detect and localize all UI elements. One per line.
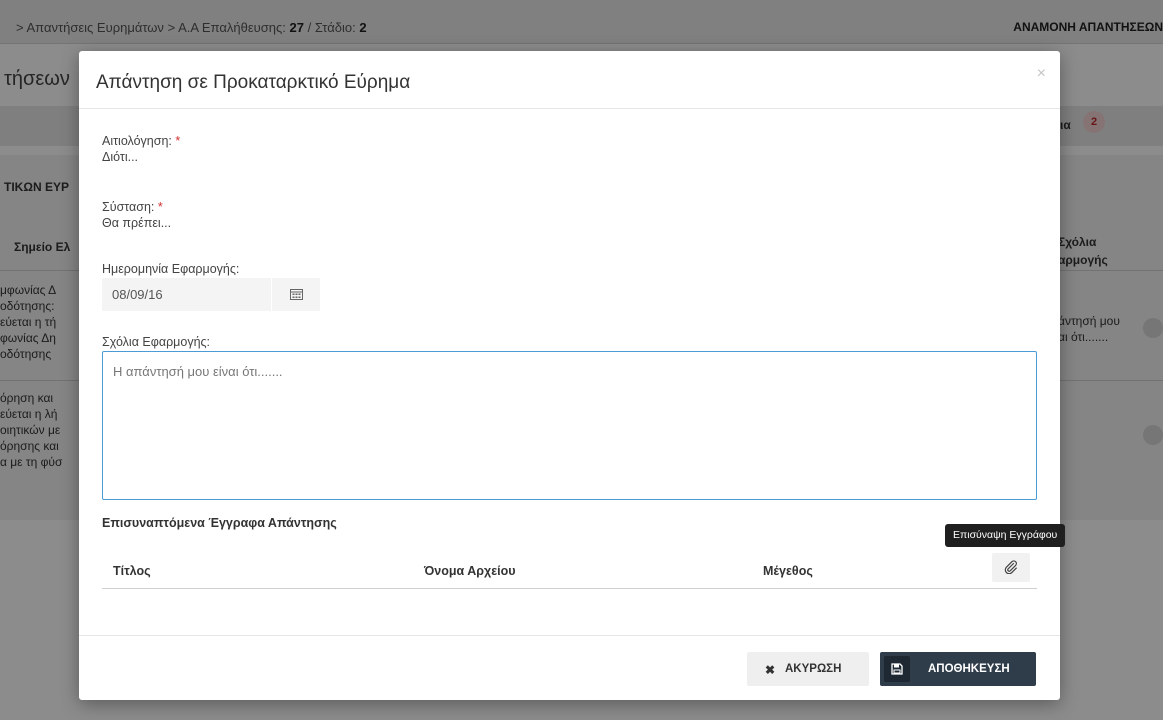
save-button[interactable]: ΑΠΟΘΗΚΕΥΣΗ xyxy=(880,652,1036,686)
cancel-button-label: ΑΚΥΡΩΣΗ xyxy=(785,663,842,675)
attachments-table-header: Τίτλος Όνομα Αρχείου Μέγεθος xyxy=(102,547,1037,589)
reasoning-label: Αιτιολόγηση: * xyxy=(102,134,180,148)
paperclip-icon xyxy=(1004,560,1017,574)
modal-header: Απάντηση σε Προκαταρκτικό Εύρημα × xyxy=(79,51,1060,109)
attachments-title: Επισυναπτόμενα Έγγραφα Απάντησης xyxy=(102,516,337,530)
recommendation-label: Σύσταση: * xyxy=(102,200,163,214)
comments-label: Σχόλια Εφαρμογής: xyxy=(102,335,211,349)
column-title[interactable]: Τίτλος xyxy=(113,564,151,578)
attach-tooltip: Επισύναψη Εγγράφου xyxy=(945,524,1066,547)
calendar-button[interactable] xyxy=(271,278,320,311)
comments-textarea[interactable] xyxy=(102,351,1037,500)
required-mark: * xyxy=(175,134,181,148)
finding-response-modal: Απάντηση σε Προκαταρκτικό Εύρημα × Αιτιο… xyxy=(79,51,1066,700)
close-icon[interactable]: × xyxy=(1037,65,1046,83)
recommendation-label-text: Σύσταση: xyxy=(102,200,155,214)
save-button-label: ΑΠΟΘΗΚΕΥΣΗ xyxy=(928,663,1010,675)
attach-document-button[interactable] xyxy=(992,553,1030,582)
date-label: Ημερομηνία Εφαρμογής: xyxy=(102,262,240,276)
x-icon: ✖ xyxy=(765,663,776,677)
cancel-button[interactable]: ✖ ΑΚΥΡΩΣΗ xyxy=(747,652,869,686)
reasoning-value: Διότι... xyxy=(102,150,139,164)
date-value: 08/09/16 xyxy=(112,287,163,302)
modal-footer-divider xyxy=(79,635,1060,636)
column-size[interactable]: Μέγεθος xyxy=(763,564,813,578)
calendar-icon xyxy=(290,289,303,300)
required-mark: * xyxy=(157,200,163,214)
reasoning-label-text: Αιτιολόγηση: xyxy=(102,134,172,148)
floppy-disk-icon xyxy=(884,656,910,682)
modal-title: Απάντηση σε Προκαταρκτικό Εύρημα xyxy=(96,72,411,93)
column-filename[interactable]: Όνομα Αρχείου xyxy=(424,564,516,578)
recommendation-value: Θα πρέπει... xyxy=(102,216,172,230)
